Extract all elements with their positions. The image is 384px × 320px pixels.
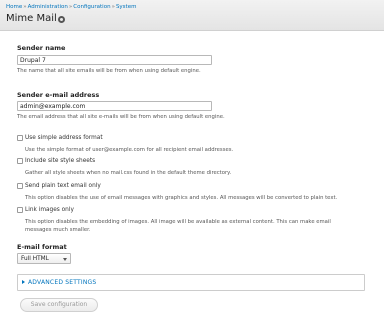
breadcrumb: Home»Administration»Configuration»System — [6, 4, 136, 10]
simple-address-description: Use the simple format of user@example.co… — [25, 147, 234, 153]
gear-icon[interactable] — [58, 16, 65, 23]
triangle-right-icon — [22, 280, 25, 284]
link-images-description: This option disables the embedding of im… — [25, 219, 331, 225]
sender-name-description: The name that all site emails will be fr… — [17, 68, 201, 74]
breadcrumb-separator: » — [68, 4, 73, 10]
link-images-label[interactable]: Link images only — [25, 207, 74, 213]
email-format-label: E-mail format — [17, 243, 67, 251]
link-images-description: messages much smaller. — [25, 227, 91, 233]
page-title: Mime Mail — [6, 13, 57, 24]
breadcrumb-configuration-link[interactable]: Configuration — [73, 4, 110, 10]
site-style-sheets-label[interactable]: Include site style sheets — [25, 158, 95, 164]
advanced-settings-toggle[interactable]: ADVANCED SETTINGS — [28, 279, 96, 286]
sender-email-description: The email address that all site e-mails … — [17, 114, 225, 120]
simple-address-label[interactable]: Use simple address format — [25, 135, 103, 141]
simple-address-checkbox[interactable] — [17, 135, 23, 141]
plain-text-checkbox[interactable] — [17, 183, 23, 189]
sender-name-input[interactable] — [17, 55, 212, 65]
breadcrumb-administration-link[interactable]: Administration — [28, 4, 68, 10]
breadcrumb-separator: » — [23, 4, 27, 10]
sender-email-label: Sender e-mail address — [17, 91, 100, 99]
email-format-select[interactable]: Full HTML — [17, 253, 71, 264]
sender-name-label: Sender name — [17, 44, 66, 52]
breadcrumb-system-link[interactable]: System — [116, 4, 137, 10]
chevron-down-icon — [63, 258, 67, 261]
link-images-checkbox[interactable] — [17, 207, 23, 213]
page-header: Home»Administration»Configuration»System… — [0, 0, 384, 31]
site-style-sheets-checkbox[interactable] — [17, 158, 23, 164]
save-configuration-button[interactable]: Save configuration — [20, 298, 98, 312]
email-format-value: Full HTML — [21, 256, 49, 262]
breadcrumb-home-link[interactable]: Home — [6, 4, 22, 10]
plain-text-label[interactable]: Send plain text email only — [25, 183, 101, 189]
sender-email-input[interactable] — [17, 101, 212, 111]
advanced-settings-fieldset[interactable]: ADVANCED SETTINGS — [17, 274, 365, 291]
site-style-sheets-description: Gather all style sheets when no mail.css… — [25, 170, 232, 176]
plain-text-description: This option disables the use of email me… — [25, 195, 338, 201]
breadcrumb-separator: » — [111, 4, 115, 10]
